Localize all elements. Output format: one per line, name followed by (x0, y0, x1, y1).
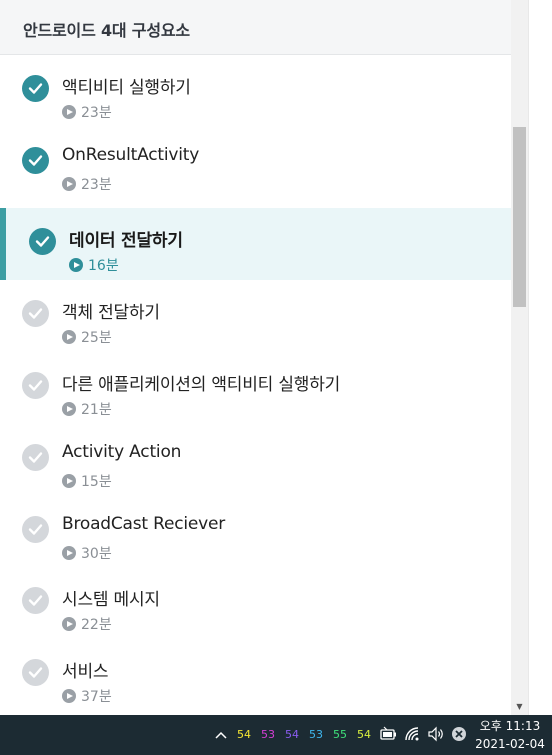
curriculum-panel: 안드로이드 4대 구성요소 액티비티 실행하기 23분 OnResultActi… (0, 0, 511, 715)
lesson-item[interactable]: 시스템 메시지 22분 (0, 567, 511, 639)
lesson-title: OnResultActivity (62, 145, 200, 165)
lesson-duration: 15분 (81, 474, 112, 490)
lesson-item[interactable]: 서비스 37분 (0, 639, 511, 711)
lesson-meta: 22분 (62, 616, 112, 633)
play-icon (62, 177, 76, 191)
check-circle-icon (22, 659, 49, 686)
lesson-meta: 30분 (62, 545, 112, 562)
system-clock[interactable]: 오후 11:13 2021-02-04 (474, 717, 546, 753)
lesson-meta: 16분 (69, 257, 119, 274)
lesson-item[interactable]: 액티비티 실행하기 23분 (0, 55, 511, 127)
lesson-item[interactable]: OnResultActivity 23분 (0, 127, 511, 199)
lesson-title: 시스템 메시지 (62, 590, 160, 610)
lesson-item[interactable]: BroadCast Reciever 30분 (0, 496, 511, 568)
lesson-title: 객체 전달하기 (62, 303, 160, 323)
lesson-item[interactable]: 다른 애플리케이션의 액티비티 실행하기 21분 (0, 352, 511, 424)
lesson-title: BroadCast Reciever (62, 514, 226, 534)
section-header[interactable]: 안드로이드 4대 구성요소 (0, 0, 511, 55)
play-icon (62, 689, 76, 703)
lesson-duration: 37분 (81, 689, 112, 705)
check-circle-icon (22, 300, 49, 327)
play-icon (62, 330, 76, 344)
lesson-meta: 23분 (62, 176, 112, 193)
scroll-down-arrow-icon[interactable]: ▼ (511, 701, 528, 713)
lesson-duration: 21분 (81, 402, 112, 418)
lesson-title: Activity Action (62, 442, 182, 462)
lesson-title: 서비스 (62, 662, 109, 682)
lesson-meta: 23분 (62, 104, 112, 121)
lesson-title: 데이터 전달하기 (69, 231, 183, 251)
check-circle-icon (22, 516, 49, 543)
lesson-item[interactable]: Activity Action 15분 (0, 424, 511, 496)
lesson-meta: 21분 (62, 401, 112, 418)
play-icon (62, 617, 76, 631)
check-circle-icon (22, 147, 49, 174)
clock-time: 오후 11:13 (479, 719, 541, 733)
wifi-icon[interactable] (404, 726, 422, 742)
lesson-duration: 23분 (81, 177, 112, 193)
lesson-duration: 22분 (81, 617, 112, 633)
tray-meter-value[interactable]: 54 (357, 728, 371, 741)
lesson-item-active[interactable]: 데이터 전달하기 16분 (0, 208, 511, 280)
lesson-duration: 23분 (81, 105, 112, 121)
play-icon (69, 258, 83, 272)
battery-icon[interactable] (380, 726, 398, 742)
lesson-meta: 15분 (62, 473, 112, 490)
lesson-duration: 16분 (88, 258, 119, 274)
vertical-scrollbar[interactable]: ▼ (511, 0, 528, 715)
tray-meter-value[interactable]: 55 (333, 728, 347, 741)
scrollbar-thumb[interactable] (513, 127, 526, 307)
tray-meter-value[interactable]: 54 (237, 728, 251, 741)
check-circle-icon (29, 228, 56, 255)
tray-meter-value[interactable]: 54 (285, 728, 299, 741)
close-circle-icon[interactable] (451, 726, 467, 742)
chevron-up-icon[interactable] (213, 727, 229, 743)
lesson-title: 액티비티 실행하기 (62, 78, 191, 98)
play-icon (62, 402, 76, 416)
play-icon (62, 546, 76, 560)
tray-meter-value[interactable]: 53 (309, 728, 323, 741)
lesson-meta: 25분 (62, 329, 112, 346)
play-icon (62, 474, 76, 488)
taskbar: 54 53 54 53 55 54 오후 11:13 2021-02-04 (0, 715, 552, 755)
play-icon (62, 105, 76, 119)
active-indicator (0, 208, 6, 280)
tray-meter-value[interactable]: 53 (261, 728, 275, 741)
lesson-title: 다른 애플리케이션의 액티비티 실행하기 (62, 375, 341, 395)
clock-date: 2021-02-04 (475, 737, 545, 751)
volume-icon[interactable] (427, 726, 445, 742)
lesson-meta: 37분 (62, 688, 112, 705)
lesson-duration: 25분 (81, 330, 112, 346)
check-circle-icon (22, 75, 49, 102)
window-edge (528, 0, 552, 715)
check-circle-icon (22, 444, 49, 471)
lesson-duration: 30분 (81, 546, 112, 562)
section-title: 안드로이드 4대 구성요소 (23, 21, 190, 40)
check-circle-icon (22, 587, 49, 614)
check-circle-icon (22, 372, 49, 399)
lesson-item[interactable]: 객체 전달하기 25분 (0, 280, 511, 352)
